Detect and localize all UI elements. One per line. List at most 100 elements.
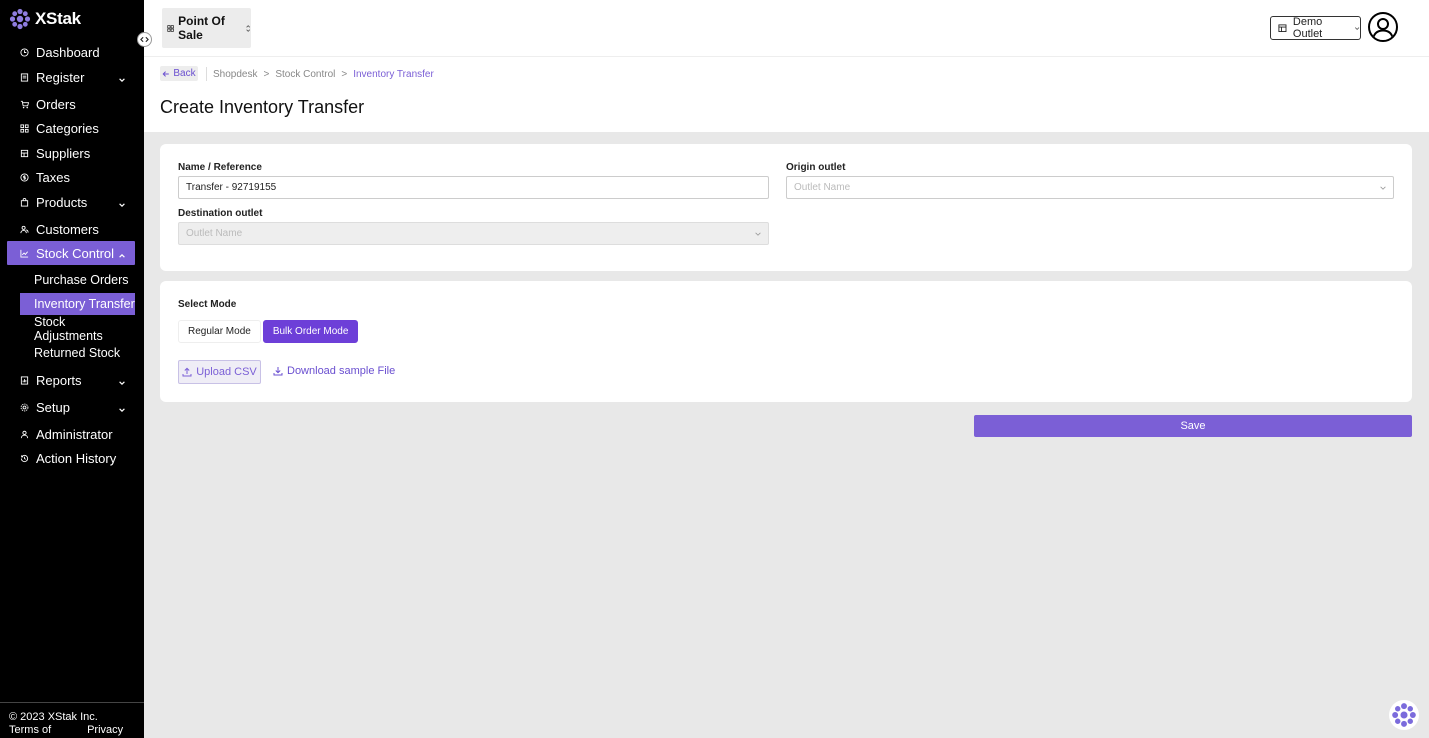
destination-outlet-label: Destination outlet — [178, 208, 263, 219]
select-mode-card: Select Mode Regular Mode Bulk Order Mode… — [160, 281, 1412, 402]
sidebar-item-administrator[interactable]: Administrator — [7, 422, 135, 446]
sidebar-subitem-stock-adjustments[interactable]: Stock Adjustments — [20, 315, 135, 343]
history-icon — [20, 454, 29, 463]
chevron-down-icon — [118, 402, 126, 417]
building-icon — [20, 149, 29, 158]
copyright-text: © 2023 XStak Inc. — [9, 711, 98, 723]
register-icon — [20, 72, 29, 82]
select-mode-label: Select Mode — [178, 299, 237, 310]
privacy-link[interactable]: Privacy Policy — [87, 724, 144, 738]
name-reference-label: Name / Reference — [178, 162, 262, 173]
cart-icon — [20, 100, 29, 109]
breadcrumb-stock-control[interactable]: Stock Control — [275, 69, 335, 80]
chevron-updown-icon — [245, 24, 250, 32]
regular-mode-button[interactable]: Regular Mode — [178, 320, 261, 343]
bag-icon — [20, 197, 29, 207]
sidebar-item-setup[interactable]: Setup — [7, 395, 135, 419]
sidebar-subitem-label: Stock Adjustments — [34, 315, 103, 343]
sidebar-subitem-returned-stock[interactable]: Returned Stock — [20, 342, 135, 364]
outlet-selector[interactable]: Demo Outlet — [1270, 16, 1361, 40]
download-sample-label: Download sample File — [287, 365, 396, 377]
chevron-down-icon — [1354, 26, 1360, 30]
origin-outlet-label: Origin outlet — [786, 162, 846, 173]
breadcrumb: Shopdesk > Stock Control > Inventory Tra… — [213, 69, 434, 80]
sidebar-collapse-button[interactable] — [137, 32, 152, 47]
back-label: Back — [173, 68, 196, 79]
chevron-down-icon — [118, 197, 126, 212]
sidebar-item-label: Suppliers — [36, 145, 91, 161]
chart-icon — [20, 249, 29, 258]
users-icon — [20, 225, 29, 234]
gear-icon — [20, 403, 29, 412]
destination-outlet-select[interactable]: Outlet Name — [178, 222, 769, 245]
sidebar-item-orders[interactable]: Orders — [7, 92, 135, 116]
report-icon — [20, 375, 29, 385]
sidebar-item-label: Categories — [36, 120, 99, 136]
sidebar-item-label: Products — [36, 194, 88, 210]
chevron-down-icon — [1379, 184, 1387, 195]
sidebar-item-label: Orders — [36, 96, 76, 112]
sidebar-item-label: Dashboard — [36, 44, 100, 60]
bulk-order-mode-button[interactable]: Bulk Order Mode — [262, 320, 359, 343]
destination-outlet-placeholder: Outlet Name — [186, 228, 243, 239]
brand-logo[interactable]: XStak — [9, 8, 81, 30]
app-switcher[interactable]: Point Of Sale — [162, 8, 251, 48]
breadcrumb-current: Inventory Transfer — [353, 69, 434, 80]
download-icon — [273, 367, 283, 376]
sidebar-item-action-history[interactable]: Action History — [7, 446, 135, 470]
upload-csv-button[interactable]: Upload CSV — [178, 360, 261, 384]
origin-outlet-select[interactable]: Outlet Name — [786, 176, 1394, 199]
breadcrumb-separator: > — [341, 69, 348, 80]
grid-icon — [167, 24, 174, 32]
code-arrows-icon — [140, 36, 149, 43]
page-header: Back Shopdesk > Stock Control > Inventor… — [144, 57, 1429, 132]
help-widget-button[interactable] — [1389, 700, 1419, 730]
sidebar-item-products[interactable]: Products — [7, 190, 135, 214]
sidebar-subitem-inventory-transfer[interactable]: Inventory Transfer — [20, 293, 135, 315]
sidebar-item-categories[interactable]: Categories — [7, 116, 135, 140]
sidebar-item-label: Taxes — [36, 169, 70, 185]
dollar-circle-icon — [20, 172, 29, 182]
xstak-logo-icon — [9, 8, 31, 30]
store-icon — [1278, 24, 1287, 33]
clock-icon — [20, 47, 29, 57]
download-sample-link[interactable]: Download sample File — [273, 365, 395, 377]
user-avatar[interactable] — [1368, 12, 1398, 42]
chevron-down-icon — [118, 72, 126, 87]
save-button[interactable]: Save — [974, 415, 1412, 437]
sidebar-item-register[interactable]: Register — [7, 65, 135, 89]
user-icon — [20, 430, 29, 439]
chevron-down-icon — [118, 375, 126, 390]
sidebar-item-reports[interactable]: Reports — [7, 368, 135, 392]
page-title: Create Inventory Transfer — [160, 97, 365, 117]
sidebar-item-stock-control[interactable]: Stock Control — [7, 241, 135, 265]
sidebar-subitem-purchase-orders[interactable]: Purchase Orders — [20, 269, 135, 291]
name-reference-input[interactable]: Transfer - 92719155 — [178, 176, 769, 199]
sidebar-item-label: Stock Control — [36, 245, 115, 261]
chevron-down-icon — [754, 230, 762, 241]
xstak-logo-icon — [1392, 703, 1416, 727]
sidebar-item-label: Register — [36, 69, 85, 85]
terms-link[interactable]: Terms of Service — [9, 724, 77, 738]
sidebar-item-suppliers[interactable]: Suppliers — [7, 141, 135, 165]
sidebar-item-label: Reports — [36, 372, 82, 388]
sidebar-item-label: Action History — [36, 450, 117, 466]
sidebar-item-customers[interactable]: Customers — [7, 217, 135, 241]
back-button[interactable]: Back — [160, 66, 198, 81]
sidebar-item-dashboard[interactable]: Dashboard — [7, 40, 135, 64]
sidebar-subitem-label: Purchase Orders — [34, 273, 129, 287]
sidebar-subitem-label: Inventory Transfer — [34, 297, 135, 311]
name-reference-value: Transfer - 92719155 — [186, 182, 277, 193]
user-avatar-icon — [1372, 18, 1394, 38]
outlet-selector-label: Demo Outlet — [1292, 16, 1323, 40]
app-switcher-label: Point Of Sale — [178, 14, 225, 42]
brand-name: XStak — [35, 9, 81, 28]
chevron-up-icon — [118, 248, 126, 263]
sidebar-item-label: Administrator — [36, 426, 113, 442]
arrow-left-icon — [162, 70, 170, 77]
sidebar: XStak Dashboard Register Orders Categori… — [0, 0, 144, 738]
sidebar-item-label: Setup — [36, 399, 70, 415]
breadcrumb-shopdesk[interactable]: Shopdesk — [213, 69, 257, 80]
upload-icon — [182, 367, 192, 377]
sidebar-item-taxes[interactable]: Taxes — [7, 165, 135, 189]
